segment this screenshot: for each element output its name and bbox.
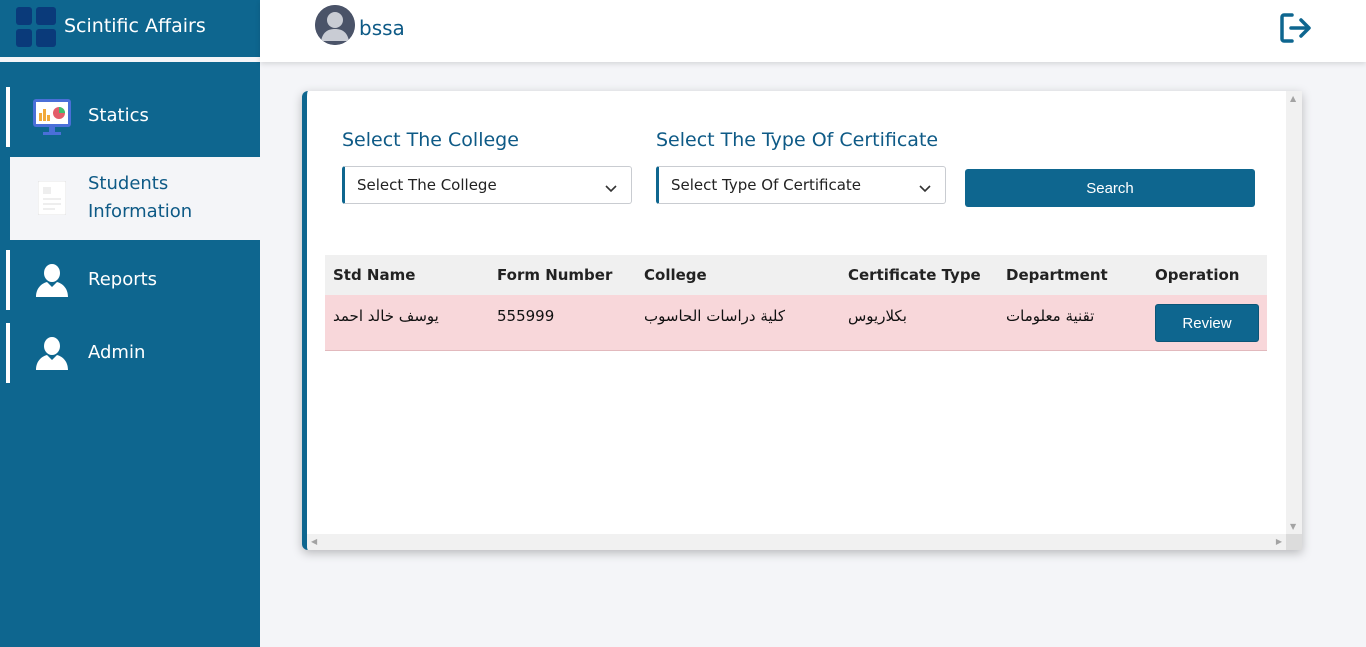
sidebar-item-label: Admin [88,342,146,363]
sidebar-item-label: Reports [88,269,158,290]
chevron-down-icon [919,179,931,197]
chevron-down-icon [605,179,617,197]
cell-certificate-type: بكلاريوس [848,307,907,325]
cell-college: كلية دراسات الحاسوب [644,307,785,325]
certificate-label: Select The Type Of Certificate [656,129,939,151]
sidebar-item-indicator [6,323,10,383]
sidebar: Statics Students Information Reports Adm… [0,62,260,647]
table-header: Std Name Form Number College Certificate… [325,255,1267,295]
app-logo-icon [16,7,58,47]
user-icon [35,336,69,374]
sidebar-item-indicator [6,250,10,310]
brand-header: Scintific Affairs [0,0,260,57]
search-button[interactable]: Search [965,169,1255,207]
user-icon [35,263,69,301]
horizontal-scrollbar[interactable]: ◀ ▶ [307,534,1286,550]
column-header: Std Name [333,266,416,284]
avatar[interactable] [315,5,355,45]
logout-icon[interactable] [1279,12,1313,44]
scroll-up-icon[interactable]: ▲ [1290,94,1296,103]
sidebar-item-reports[interactable]: Reports [6,250,260,310]
sidebar-item-indicator [6,157,10,240]
column-header: College [644,266,707,284]
column-header: Form Number [497,266,613,284]
college-select[interactable]: Select The College [342,166,632,204]
sidebar-item-admin[interactable]: Admin [6,323,260,383]
college-label: Select The College [342,129,519,151]
sidebar-item-indicator [6,87,10,147]
cell-department: تقنية معلومات [1006,307,1095,325]
students-table: Std Name Form Number College Certificate… [325,255,1267,351]
review-button[interactable]: Review [1155,304,1259,342]
sidebar-item-students-information[interactable]: Students Information [6,157,260,240]
top-bar: bssa [260,0,1366,62]
certificate-type-select[interactable]: Select Type Of Certificate [656,166,946,204]
sidebar-item-label: Students Information [88,173,193,222]
search-card: Select The College Select The College Se… [302,91,1302,550]
cell-form-number: 555999 [497,307,555,325]
scroll-down-icon[interactable]: ▼ [1290,522,1296,531]
certificate-select-value: Select Type Of Certificate [671,176,862,194]
app-title: Scintific Affairs [64,15,206,37]
sidebar-item-label: Statics [88,105,149,126]
username: bssa [359,16,405,40]
table-row: يوسف خالد احمد 555999 كلية دراسات الحاسو… [325,295,1267,351]
scroll-left-icon[interactable]: ◀ [311,537,317,546]
monitor-chart-icon [32,98,72,140]
college-select-value: Select The College [357,176,497,194]
cell-std-name: يوسف خالد احمد [333,307,439,325]
document-icon [37,180,67,219]
column-header: Operation [1155,266,1240,284]
scroll-right-icon[interactable]: ▶ [1276,537,1282,546]
column-header: Certificate Type [848,266,981,284]
vertical-scrollbar[interactable]: ▲ ▼ [1286,91,1302,534]
column-header: Department [1006,266,1108,284]
scroll-corner [1286,534,1302,550]
sidebar-item-statics[interactable]: Statics [6,87,260,147]
